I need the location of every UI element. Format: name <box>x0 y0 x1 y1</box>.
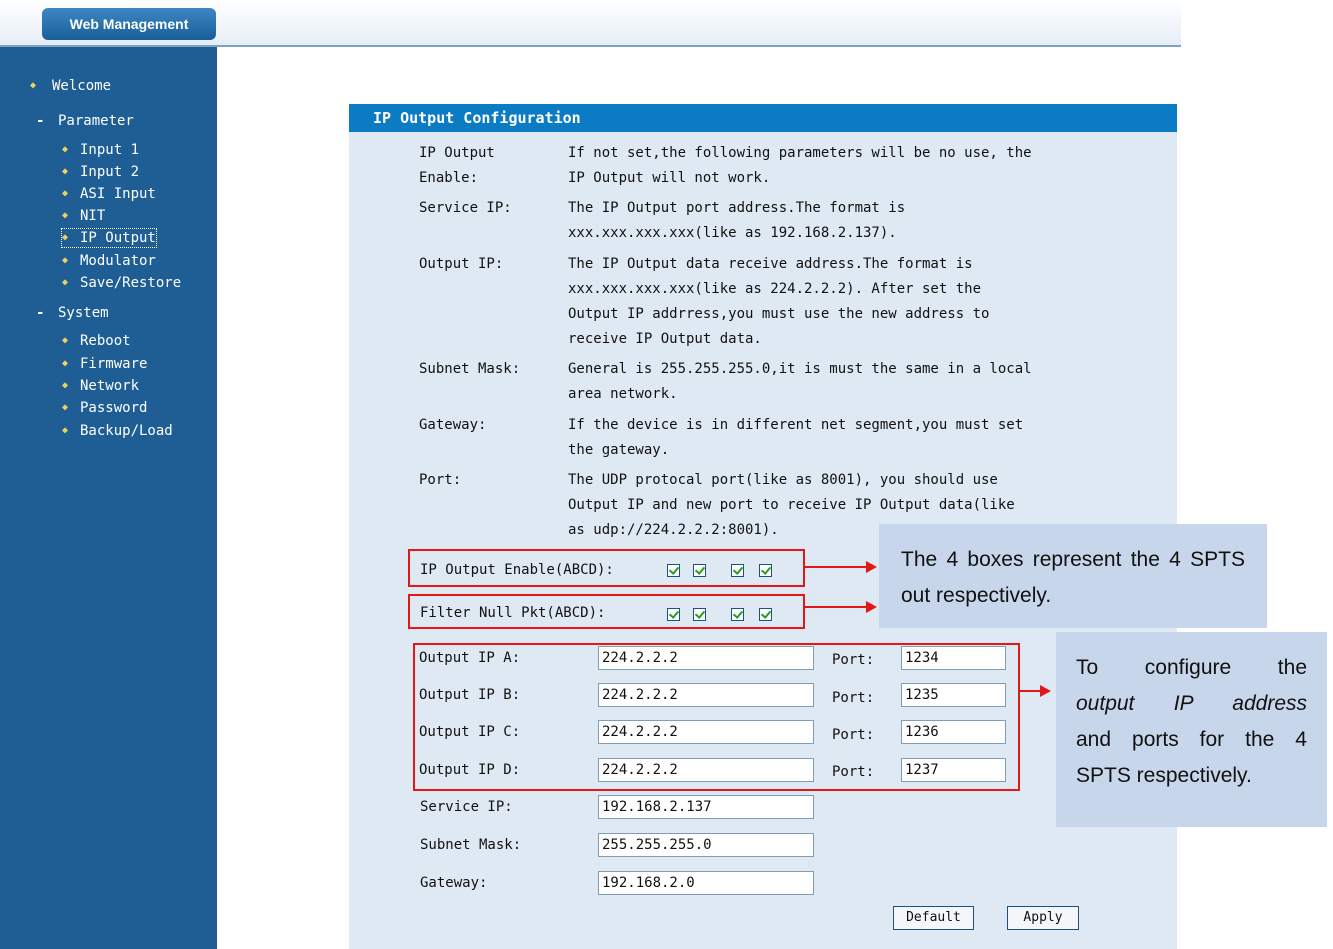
help-text-service-ip-2: xxx.xxx.xxx.xxx(like as 192.168.2.137). <box>568 225 897 241</box>
bullet-icon: ◆ <box>62 358 69 369</box>
sidebar-item-backup-load[interactable]: ◆ Backup/Load <box>62 422 173 440</box>
sidebar-item-save-restore[interactable]: ◆ Save/Restore <box>62 274 181 292</box>
help-text-subnet-1: General is 255.255.255.0,it is must the … <box>568 361 1032 377</box>
bullet-icon: ◆ <box>30 80 37 91</box>
bullet-icon: ◆ <box>62 335 69 346</box>
help-text-port-2: Output IP and new port to receive IP Out… <box>568 497 1015 513</box>
subnet-mask-input[interactable]: 255.255.255.0 <box>598 833 814 857</box>
sidebar-item-network[interactable]: ◆ Network <box>62 377 139 395</box>
gateway-input[interactable]: 192.168.2.0 <box>598 871 814 895</box>
help-label-output-ip: Output IP: <box>419 256 504 272</box>
callout-checkboxes: The 4 boxes represent the 4 SPTS out res… <box>879 524 1267 628</box>
sidebar-item-modulator[interactable]: ◆ Modulator <box>62 252 156 270</box>
help-text-output-ip-1: The IP Output data receive address.The f… <box>568 256 973 272</box>
bullet-icon: ◆ <box>62 425 69 436</box>
sidebar-item-asi-input[interactable]: ◆ ASI Input <box>62 185 156 203</box>
bullet-icon: ◆ <box>62 144 69 155</box>
brand-tab: Web Management <box>42 8 216 40</box>
service-ip-input[interactable]: 192.168.2.137 <box>598 795 814 819</box>
help-text-port-1: The UDP protocal port(like as 8001), you… <box>568 472 998 488</box>
bullet-icon: ◆ <box>62 232 69 243</box>
sidebar-item-nit[interactable]: ◆ NIT <box>62 207 105 225</box>
apply-button[interactable]: Apply <box>1007 906 1079 930</box>
sidebar-group-system[interactable]: - System <box>36 304 109 322</box>
arrow-head-1 <box>866 561 877 573</box>
help-text-gateway-2: the gateway. <box>568 442 670 458</box>
help-label-subnet: Subnet Mask: <box>419 361 521 377</box>
outputs-highlight-box <box>413 643 1020 791</box>
sidebar-item-welcome[interactable]: ◆ Welcome <box>30 77 111 95</box>
help-label-service-ip: Service IP: <box>419 200 512 216</box>
help-text-gateway-1: If the device is in different net segmen… <box>568 417 1024 433</box>
help-text-subnet-2: area network. <box>568 386 678 402</box>
sidebar-item-ip-output[interactable]: ◆ IP Output <box>61 228 157 248</box>
help-label-port: Port: <box>419 472 462 488</box>
arrow-line-2 <box>805 606 868 608</box>
sidebar-item-reboot[interactable]: ◆ Reboot <box>62 332 131 350</box>
arrow-line-3 <box>1020 690 1041 692</box>
arrow-line-1 <box>805 566 868 568</box>
help-text-output-ip-2: xxx.xxx.xxx.xxx(like as 224.2.2.2). Afte… <box>568 281 982 297</box>
callout-outputs: To configure the output IP address and p… <box>1056 632 1327 827</box>
arrow-head-3 <box>1040 685 1051 697</box>
collapse-icon: - <box>36 305 45 321</box>
bullet-icon: ◆ <box>62 210 69 221</box>
bullet-icon: ◆ <box>62 277 69 288</box>
sidebar-item-input-2[interactable]: ◆ Input 2 <box>62 163 139 181</box>
bullet-icon: ◆ <box>62 188 69 199</box>
gateway-label: Gateway: <box>420 875 488 891</box>
filter-highlight-box <box>408 594 805 629</box>
help-text-output-ip-4: receive IP Output data. <box>568 331 762 347</box>
help-label-enable-2: Enable: <box>419 170 479 186</box>
sidebar-item-input-1[interactable]: ◆ Input 1 <box>62 141 139 159</box>
callout-outputs-line-4: SPTS respectively. <box>1076 764 1252 787</box>
help-label-gateway: Gateway: <box>419 417 487 433</box>
enable-highlight-box <box>408 549 805 587</box>
callout-outputs-line-3: and ports for the 4 <box>1076 728 1307 751</box>
bullet-icon: ◆ <box>62 166 69 177</box>
help-label-enable-1: IP Output <box>419 145 495 161</box>
help-text-service-ip-1: The IP Output port address.The format is <box>568 200 906 216</box>
sidebar-group-parameter[interactable]: - Parameter <box>36 112 134 130</box>
panel-title: IP Output Configuration <box>349 104 1177 132</box>
arrow-head-2 <box>866 601 877 613</box>
subnet-mask-label: Subnet Mask: <box>420 837 522 853</box>
service-ip-label: Service IP: <box>420 799 513 815</box>
help-text-output-ip-3: Output IP addrress,you must use the new … <box>568 306 990 322</box>
bullet-icon: ◆ <box>62 380 69 391</box>
help-text-enable-2: IP Output will not work. <box>568 170 771 186</box>
sidebar-item-firmware[interactable]: ◆ Firmware <box>62 355 147 373</box>
bullet-icon: ◆ <box>62 255 69 266</box>
sidebar-item-password[interactable]: ◆ Password <box>62 399 147 417</box>
callout-outputs-line-1: To configure the <box>1076 656 1307 679</box>
collapse-icon: - <box>36 113 45 129</box>
callout-outputs-line-2: output IP address <box>1076 692 1307 715</box>
default-button[interactable]: Default <box>893 906 974 930</box>
bullet-icon: ◆ <box>62 402 69 413</box>
help-text-port-3: as udp://224.2.2.2:8001). <box>568 522 779 538</box>
help-text-enable-1: If not set,the following parameters will… <box>568 145 1032 161</box>
sidebar <box>0 47 217 949</box>
